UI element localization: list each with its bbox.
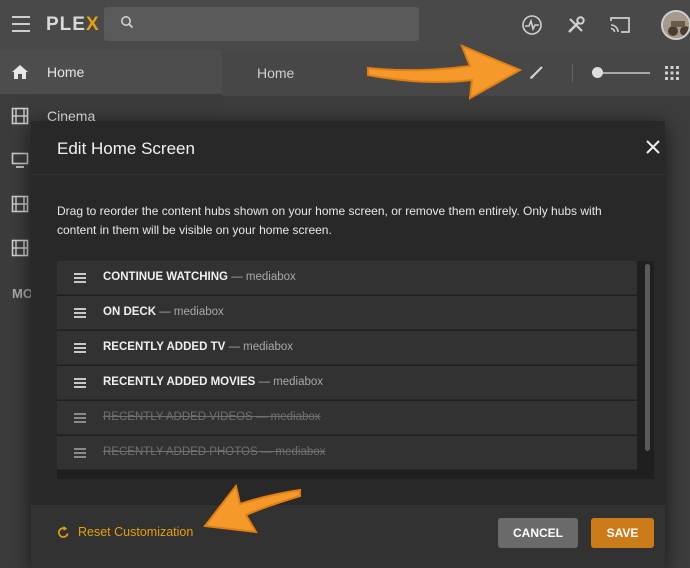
hub-source: — mediabox	[228, 271, 296, 283]
hub-row[interactable]: CONTINUE WATCHING — mediabox	[57, 261, 637, 295]
close-icon	[646, 140, 660, 154]
save-button[interactable]: SAVE	[591, 518, 654, 548]
drag-handle-icon[interactable]	[74, 413, 86, 425]
film-icon	[11, 195, 29, 213]
settings-icon[interactable]	[563, 12, 589, 38]
list-scrollbar[interactable]	[645, 264, 650, 451]
main-header: Home	[222, 50, 690, 96]
hub-source: — mediabox	[225, 341, 294, 353]
sidebar-item-label: Home	[47, 64, 85, 80]
drag-handle-icon[interactable]	[74, 308, 86, 320]
search-input[interactable]	[104, 7, 419, 41]
hub-row[interactable]: RECENTLY ADDED TV — mediabox	[57, 331, 637, 365]
reset-label: Reset Customization	[78, 525, 194, 539]
page-title: Home	[257, 65, 295, 81]
modal-title: Edit Home Screen	[57, 139, 195, 158]
hub-name: RECENTLY ADDED TV	[103, 341, 226, 353]
hub-row-disabled[interactable]: RECENTLY ADDED PHOTOS — mediabox	[57, 436, 637, 470]
top-bar: PLEX	[0, 0, 690, 50]
hub-row[interactable]: RECENTLY ADDED MOVIES — mediabox	[57, 366, 637, 400]
drag-handle-icon[interactable]	[74, 343, 86, 355]
sidebar-item-home[interactable]: Home	[0, 50, 222, 94]
film-icon	[11, 239, 29, 257]
hub-name: CONTINUE WATCHING	[103, 271, 229, 283]
hub-source: — mediabox	[255, 376, 324, 388]
edit-pencil-icon[interactable]	[528, 63, 546, 86]
search-icon	[120, 15, 134, 34]
drag-handle-icon[interactable]	[74, 448, 86, 460]
drag-handle-icon[interactable]	[74, 378, 86, 390]
activity-icon[interactable]	[519, 12, 545, 38]
modal-header: Edit Home Screen	[31, 121, 665, 175]
cast-icon[interactable]	[607, 12, 633, 38]
modal-footer: Reset Customization CANCEL SAVE	[31, 505, 665, 568]
close-button[interactable]	[645, 139, 663, 157]
hub-source: — mediabox	[156, 306, 224, 318]
drag-handle-icon[interactable]	[74, 273, 86, 285]
menu-icon[interactable]	[12, 16, 30, 32]
logo-text: PLE	[46, 14, 86, 35]
hub-name: ON DECK	[103, 306, 157, 318]
tv-icon	[11, 151, 29, 169]
zoom-slider-handle[interactable]	[592, 67, 603, 78]
hub-name: RECENTLY ADDED PHOTOS	[103, 446, 258, 458]
hub-source: — mediabox	[257, 446, 326, 458]
film-icon	[11, 107, 29, 125]
plex-logo[interactable]: PLEX	[46, 14, 100, 36]
hub-source: — mediabox	[252, 411, 321, 423]
hub-name: RECENTLY ADDED MOVIES	[103, 376, 256, 388]
sidebar-section-heading: MO	[12, 286, 33, 301]
logo-accent: X	[85, 14, 100, 35]
hub-name: RECENTLY ADDED VIDEOS	[103, 411, 253, 423]
grid-view-icon[interactable]	[665, 66, 679, 85]
hub-row-disabled[interactable]: RECENTLY ADDED VIDEOS — mediabox	[57, 401, 637, 435]
modal-description: Drag to reorder the content hubs shown o…	[57, 204, 602, 237]
cancel-button[interactable]: CANCEL	[498, 518, 578, 548]
reset-customization-link[interactable]: Reset Customization	[57, 525, 193, 539]
edit-home-screen-modal: Edit Home Screen Drag to reorder the con…	[31, 121, 665, 568]
divider	[572, 64, 573, 82]
hub-list: CONTINUE WATCHING — mediabox ON DECK — m…	[57, 261, 654, 479]
home-icon	[11, 63, 29, 81]
reset-icon	[58, 525, 69, 538]
avatar[interactable]	[661, 10, 690, 40]
hub-row[interactable]: ON DECK — mediabox	[57, 296, 637, 330]
